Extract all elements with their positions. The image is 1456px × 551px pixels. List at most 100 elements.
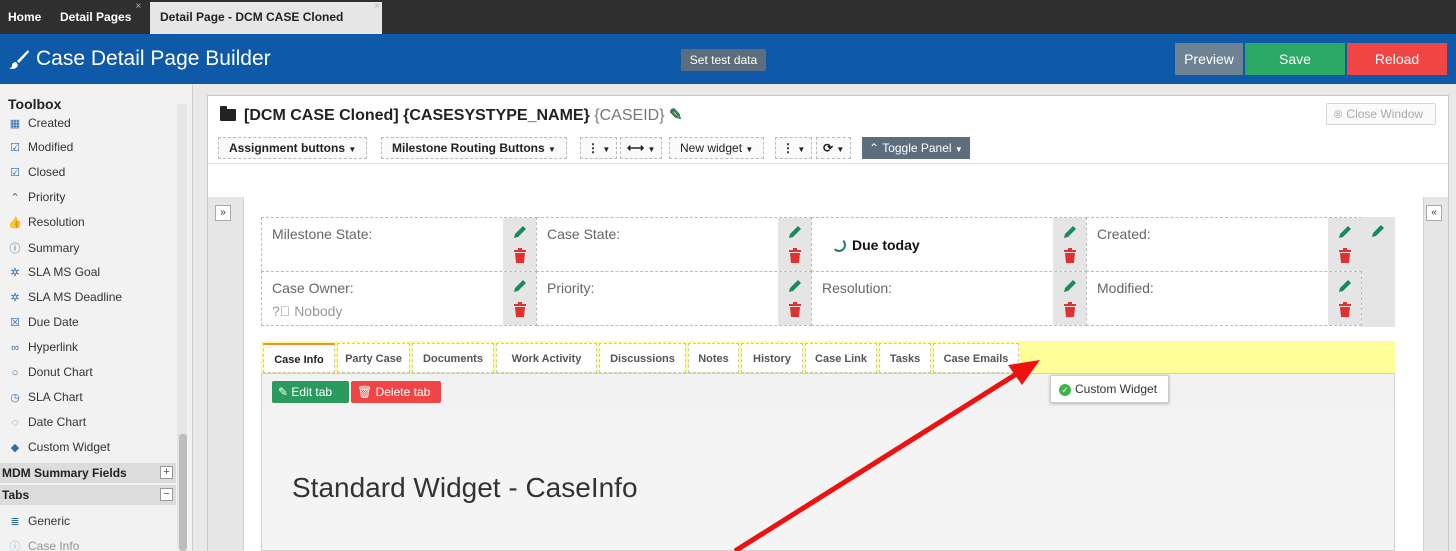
arrows-horizontal-icon: ⟷: [627, 141, 645, 155]
pencil-icon[interactable]: [1337, 224, 1353, 240]
field-resolution[interactable]: Resolution:: [811, 271, 1087, 326]
toolbox-item-custom-widget[interactable]: ◆ Custom Widget: [8, 440, 110, 458]
toolbox-item-sla-ms-goal[interactable]: ✲ SLA MS Goal: [8, 265, 100, 283]
trash-icon[interactable]: [1063, 302, 1077, 317]
field-created[interactable]: Created:: [1086, 217, 1362, 272]
builder-main-panel: [DCM CASE Cloned] {CASESYSTYPE_NAME} {CA…: [207, 95, 1449, 551]
trash-icon[interactable]: [1063, 248, 1077, 263]
field-milestone-state[interactable]: Milestone State:: [261, 217, 537, 272]
circle-notch-icon: ◌: [11, 417, 19, 429]
trash-icon[interactable]: [1338, 248, 1352, 263]
caret-down-icon: ▼: [954, 145, 963, 154]
toolbox-item-due-date[interactable]: ☒ Due Date: [8, 315, 79, 333]
case-tab-work-activity[interactable]: Work Activity: [496, 343, 597, 373]
pencil-icon[interactable]: [512, 278, 528, 294]
pencil-icon[interactable]: [1370, 223, 1386, 239]
toolbox-item-closed[interactable]: ☑ Closed: [8, 165, 65, 183]
pencil-icon[interactable]: [1337, 278, 1353, 294]
trash-icon[interactable]: [788, 248, 802, 263]
collapse-icon[interactable]: −: [160, 488, 173, 501]
preview-button[interactable]: Preview: [1175, 43, 1243, 75]
trash-icon[interactable]: [513, 302, 527, 317]
milestone-routing-buttons-dropdown[interactable]: Milestone Routing Buttons ▼: [381, 137, 567, 159]
toolbox-item-generic-tab[interactable]: ≣ Generic: [8, 514, 70, 532]
tab-detail-page-dcm-case-cloned[interactable]: Detail Page - DCM CASE Cloned ×: [150, 0, 382, 34]
case-tab-tasks[interactable]: Tasks: [879, 343, 931, 373]
case-tab-discussions[interactable]: Discussions: [599, 343, 686, 373]
expand-left-icon[interactable]: »: [215, 205, 231, 221]
case-tab-case-emails[interactable]: Case Emails: [933, 343, 1019, 373]
case-tab-history[interactable]: History: [741, 343, 803, 373]
caret-down-icon: ▼: [348, 145, 357, 154]
pencil-icon[interactable]: [787, 278, 803, 294]
tab-home[interactable]: Home: [2, 3, 47, 31]
toolbox-scrollbar-thumb[interactable]: [179, 434, 187, 551]
trash-icon[interactable]: [1338, 302, 1352, 317]
caret-down-icon: ▼: [797, 145, 806, 154]
set-test-data-button[interactable]: Set test data: [681, 49, 766, 71]
case-tab-documents[interactable]: Documents: [412, 343, 494, 373]
trash-icon[interactable]: [513, 248, 527, 263]
toolbox-item-donut-chart[interactable]: ○ Donut Chart: [8, 365, 93, 383]
column-options-dropdown[interactable]: ⋮ ▼: [775, 137, 813, 159]
field-priority[interactable]: Priority:: [536, 271, 812, 326]
toolbox-heading: Toolbox: [8, 96, 62, 112]
tab-detail-pages[interactable]: Detail Pages ×: [54, 1, 141, 31]
new-widget-dropdown[interactable]: New widget ▼: [669, 137, 765, 159]
toolbox-item-created[interactable]: ▦ Created: [8, 116, 71, 134]
page-title: Case Detail Page Builder: [36, 47, 271, 70]
refresh-icon: ⟳: [823, 141, 834, 155]
case-tabs-dropzone[interactable]: Case Info Party Case Documents Work Acti…: [261, 341, 1395, 373]
save-button[interactable]: Save: [1245, 43, 1345, 75]
double-chevron-up-icon: ⌃: [10, 192, 20, 204]
toolbox-item-modified[interactable]: ☑ Modified: [8, 140, 73, 158]
edit-tab-button[interactable]: ✎ Edit tab: [272, 381, 349, 403]
pencil-icon[interactable]: ✎: [669, 107, 682, 124]
pencil-icon[interactable]: [512, 224, 528, 240]
close-window-button[interactable]: ⊗ Close Window: [1326, 103, 1436, 125]
field-case-state[interactable]: Case State:: [536, 217, 812, 272]
field-case-owner[interactable]: Case Owner: ?⃝ Nobody: [261, 271, 537, 326]
caret-down-icon: ▼: [602, 145, 611, 154]
widget-title: Standard Widget - CaseInfo: [292, 472, 638, 503]
case-tab-case-link[interactable]: Case Link: [805, 343, 877, 373]
toolbox-item-summary[interactable]: ⓘ Summary: [8, 240, 80, 258]
toolbox-item-resolution[interactable]: 👍 Resolution: [8, 215, 85, 233]
toolbox-item-sla-ms-deadline[interactable]: ✲ SLA MS Deadline: [8, 290, 122, 308]
reload-button[interactable]: Reload: [1347, 43, 1447, 75]
toolbox-item-sla-chart[interactable]: ◷ SLA Chart: [8, 390, 83, 408]
delete-tab-button[interactable]: 🗑 Delete tab: [351, 381, 441, 403]
refresh-dropdown[interactable]: ⟳ ▼: [816, 137, 852, 159]
folder-icon: [220, 106, 236, 121]
pencil-icon[interactable]: [1062, 224, 1078, 240]
toolbox-item-hyperlink[interactable]: ∞ Hyperlink: [8, 340, 78, 358]
horizontal-layout-dropdown[interactable]: ⟷ ▼: [620, 137, 663, 159]
case-tab-case-info[interactable]: Case Info: [263, 343, 335, 373]
toolbox-group-mdm-summary-fields[interactable]: MDM Summary Fields +: [0, 463, 176, 483]
toolbox-item-case-info-tab[interactable]: ⓘ Case Info: [8, 538, 80, 551]
case-tab-notes[interactable]: Notes: [688, 343, 739, 373]
toolbox-group-tabs[interactable]: Tabs −: [0, 485, 176, 505]
vertical-layout-dropdown[interactable]: ⋮ ▼: [580, 137, 618, 159]
toggle-panel-button[interactable]: ⌃ Toggle Panel ▼: [862, 137, 970, 159]
check-circle-icon: ✓: [1059, 384, 1071, 396]
field-modified[interactable]: Modified:: [1086, 271, 1362, 326]
question-circle-icon: ?⃝: [272, 303, 291, 319]
link-icon: ∞: [11, 342, 19, 354]
collapse-right-icon[interactable]: «: [1426, 205, 1442, 221]
dragged-custom-widget[interactable]: ✓ Custom Widget: [1050, 375, 1169, 403]
double-chevron-up-icon: ⌃: [869, 141, 880, 155]
close-icon[interactable]: ×: [136, 0, 142, 21]
trash-icon[interactable]: [788, 302, 802, 317]
pencil-icon[interactable]: [1062, 278, 1078, 294]
spinner-icon: [832, 238, 846, 252]
pencil-icon[interactable]: [787, 224, 803, 240]
ellipsis-vertical-icon: ⋮: [782, 141, 794, 155]
toolbox-item-date-chart[interactable]: ◌ Date Chart: [8, 415, 86, 433]
expand-icon[interactable]: +: [160, 466, 173, 479]
field-due-date[interactable]: Due today: [811, 217, 1087, 272]
toolbox-item-priority[interactable]: ⌃ Priority: [8, 190, 65, 208]
close-icon[interactable]: ×: [374, 0, 380, 22]
assignment-buttons-dropdown[interactable]: Assignment buttons ▼: [218, 137, 368, 159]
case-tab-party-case[interactable]: Party Case: [337, 343, 410, 373]
